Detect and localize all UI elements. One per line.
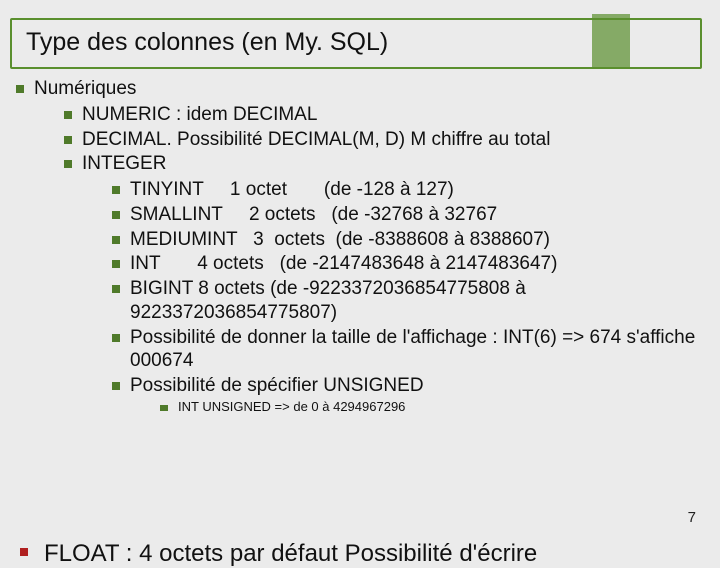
item-label: BIGINT 8 octets (de -9223372036854775808… — [130, 277, 720, 325]
square-bullet-icon — [112, 211, 120, 219]
square-bullet-icon — [112, 382, 120, 390]
square-bullet-icon — [112, 260, 120, 268]
bullet-list-level1: Numériques NUMERIC : idem DECIMAL DECIMA… — [16, 77, 720, 418]
item-label: Numériques — [34, 77, 720, 101]
square-bullet-icon — [64, 160, 72, 168]
list-item: Possibilité de donner la taille de l'aff… — [112, 326, 720, 374]
list-item: INTEGER TINYINT 1 octet (de -128 à 127) … — [64, 152, 720, 417]
item-label: INT UNSIGNED => de 0 à 4294967296 — [178, 399, 405, 415]
square-bullet-icon — [20, 548, 28, 556]
bullet-list-level4: INT UNSIGNED => de 0 à 4294967296 — [160, 399, 720, 415]
list-item: DECIMAL. Possibilité DECIMAL(M, D) M chi… — [64, 128, 720, 152]
item-label: Possibilité de donner la taille de l'aff… — [130, 326, 720, 374]
square-bullet-icon — [112, 285, 120, 293]
slide-title-box: Type des colonnes (en My. SQL) — [10, 18, 702, 69]
item-label: Possibilité de spécifier UNSIGNED — [130, 374, 720, 398]
cutoff-text: FLOAT : 4 octets par défaut Possibilité … — [44, 540, 537, 568]
item-label: INT 4 octets (de -2147483648 à 214748364… — [130, 252, 557, 276]
square-bullet-icon — [112, 334, 120, 342]
square-bullet-icon — [112, 236, 120, 244]
slide-title: Type des colonnes (en My. SQL) — [26, 28, 686, 57]
square-bullet-icon — [64, 136, 72, 144]
square-bullet-icon — [112, 186, 120, 194]
bullet-list-level3: TINYINT 1 octet (de -128 à 127) SMALLINT… — [112, 178, 720, 416]
list-item: TINYINT 1 octet (de -128 à 127) — [112, 178, 720, 202]
list-item: Possibilité de spécifier UNSIGNED INT UN… — [112, 374, 720, 416]
square-bullet-icon — [16, 85, 24, 93]
list-item: MEDIUMINT 3 octets (de -8388608 à 838860… — [112, 228, 720, 252]
page-number: 7 — [688, 509, 696, 526]
list-item: BIGINT 8 octets (de -9223372036854775808… — [112, 277, 720, 325]
square-bullet-icon — [160, 405, 168, 411]
list-item: INT 4 octets (de -2147483648 à 214748364… — [112, 252, 720, 276]
list-item: Numériques NUMERIC : idem DECIMAL DECIMA… — [16, 77, 720, 418]
item-label: SMALLINT 2 octets (de -32768 à 32767 — [130, 203, 497, 227]
bullet-list-level2: NUMERIC : idem DECIMAL DECIMAL. Possibil… — [64, 103, 720, 417]
item-label: INTEGER — [82, 152, 720, 176]
list-item: SMALLINT 2 octets (de -32768 à 32767 — [112, 203, 720, 227]
square-bullet-icon — [64, 111, 72, 119]
item-label: MEDIUMINT 3 octets (de -8388608 à 838860… — [130, 228, 550, 252]
item-label: DECIMAL. Possibilité DECIMAL(M, D) M chi… — [82, 128, 550, 152]
item-label: NUMERIC : idem DECIMAL — [82, 103, 317, 127]
item-label: TINYINT 1 octet (de -128 à 127) — [130, 178, 454, 202]
list-item: NUMERIC : idem DECIMAL — [64, 103, 720, 127]
list-item: INT UNSIGNED => de 0 à 4294967296 — [160, 399, 720, 415]
